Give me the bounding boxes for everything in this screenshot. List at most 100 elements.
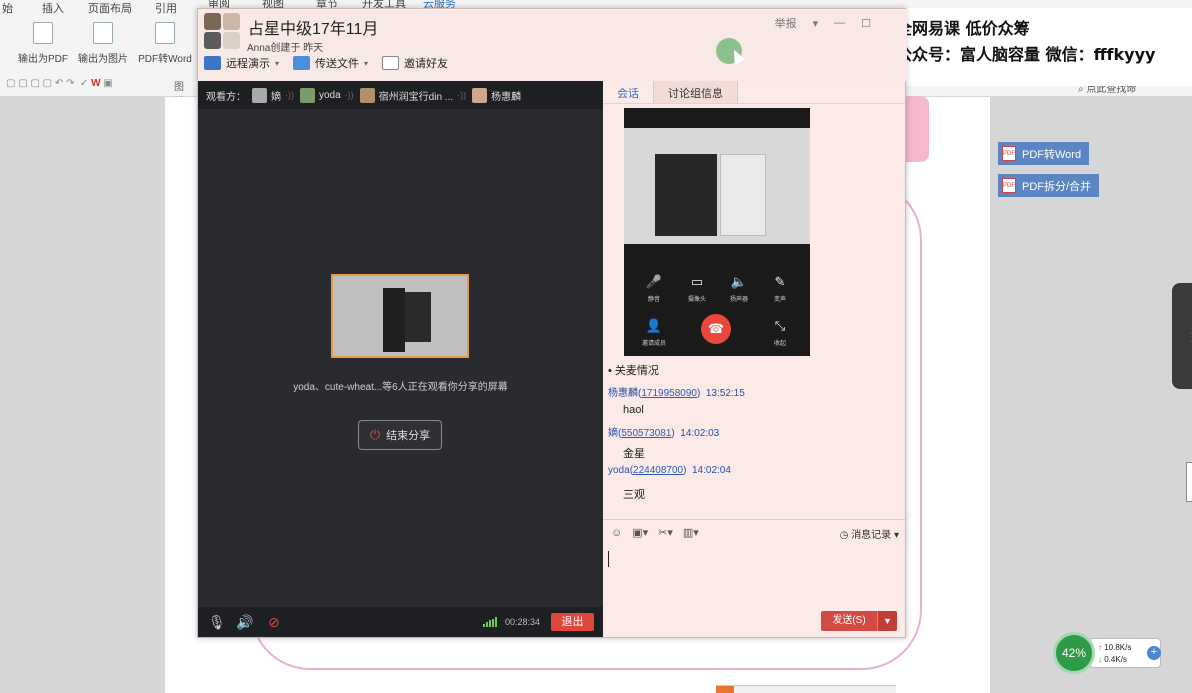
sender-id[interactable]: 224408700 [633,465,683,476]
message-body: 三观 [623,489,645,501]
chevron-down-icon: ▾ [275,58,280,68]
send-options-dropdown[interactable]: ▼ [877,611,897,631]
message-time: 14:02:04 [691,465,731,476]
exit-button[interactable]: 退出 [551,613,594,631]
scissors-icon[interactable]: ✂▾ [658,526,673,539]
share-status-message: yoda、cute-wheat...等6人正在观看你分享的屏幕 [293,382,508,393]
message-body: 金星 [623,448,645,460]
tab-group-info[interactable]: 讨论组信息 [653,81,738,103]
ribbon-tab[interactable]: 引用 [155,0,177,16]
voice-change-control: ✎ 变声 [760,274,800,303]
app-icon [716,686,734,693]
pdf-icon: PDF [1002,178,1016,193]
viewer-item[interactable]: 杨惠麟 [472,87,521,103]
message-meta: 嫡(550573081) 14:02:03 [608,428,720,439]
send-button[interactable]: 发送(S) [821,611,877,631]
avatar [472,87,488,103]
audio-signal-icon: ·)) [457,90,467,100]
call-timer: 00:28:34 [505,617,541,627]
ribbon-tab[interactable]: 插入 [42,0,64,16]
avatar [252,87,267,103]
camera-off-icon[interactable]: ⊘ [268,614,280,631]
window-controls: 举报 ▾ — ☐ [775,15,871,31]
export-image-button[interactable]: 输出为图片 [68,22,138,65]
voice-change-icon: ✎ [774,274,786,289]
audio-signal-icon: ·)) [344,90,354,100]
shared-screen-preview[interactable] [331,274,469,358]
remote-presentation-button[interactable]: 远程演示 ▾ [204,55,279,71]
tab-conversation[interactable]: 会话 [603,81,653,103]
ribbon-tab[interactable]: 始 [2,0,13,16]
invite-friends-button[interactable]: 邀请好友 [382,55,448,71]
viewer-item[interactable]: yoda ·)) [300,87,354,103]
viewer-item[interactable]: 嫡 ·)) [252,87,294,103]
maximize-icon[interactable]: ☐ [861,17,871,30]
viewer-item[interactable]: 宿州润宝行din ... ·)) [359,87,467,103]
message-history-button[interactable]: ◷ 消息记录 ▾ [840,526,899,541]
mute-control: 🎤 静音 [634,274,674,303]
word-icon [155,22,175,44]
avatar [223,32,240,49]
screen-share-area: 观看方： 嫡 ·)) yoda ·)) 宿州润宝行din ... ·)) 杨惠麟 yo… [198,81,603,637]
presentation-icon [204,56,221,70]
screenshot-window [720,154,766,236]
group-subtitle: Anna创建于 昨天 [247,43,324,54]
watermark: 全网易课 低价众筹 公众号：富人脑容量 微信：fffkyyy [878,8,1192,86]
message-time: 14:02:03 [680,428,720,439]
sender-name[interactable]: 嫡 [608,428,618,439]
end-share-button[interactable]: ⏻ 结束分享 [358,420,442,450]
screenshot-message[interactable]: 🎤 静音 ▭ 摄像头 🔈 扬声器 ✎ 变声 👤 邀请成员 ⤡ 收起 ☎ [624,108,810,356]
add-icon[interactable]: + [1147,646,1161,660]
side-scroll-handle[interactable] [1186,462,1192,502]
image-icon [93,22,113,44]
group-avatar[interactable] [204,13,242,51]
network-speed-widget[interactable]: ↑ 10.8K/s ↓ 0.4K/s 42% + [1053,632,1163,674]
sender-id[interactable]: 1719958090 [641,388,697,399]
collapse-icon: ⤡ [774,318,786,333]
next-page-arrow[interactable]: › [1172,283,1192,389]
mute-icon: 🎤 [645,274,663,289]
message-list[interactable]: 🎤 静音 ▭ 摄像头 🔈 扬声器 ✎ 变声 👤 邀请成员 ⤡ 收起 ☎ • 关麦情况 杨惠麟… [603,103,905,519]
pdf-icon [33,22,53,44]
collapse-control: ⤡ 收起 [760,318,800,347]
pdf-icon: PDF [1002,146,1016,161]
avatar [204,13,221,30]
dropdown-icon[interactable]: ▾ [813,17,819,30]
preview-content [405,292,431,342]
message-time: 13:52:15 [705,388,745,399]
image-icon[interactable]: ▣▾ [632,526,648,539]
send-file-button[interactable]: 传送文件 ▾ [293,55,368,71]
call-control-bar: 🎙 🔊 ⊘ 00:28:34 退出 [198,607,603,637]
pdf-to-word-side-button[interactable]: PDF PDF转Word [998,142,1090,165]
pdf-split-merge-button[interactable]: PDF PDF拆分/合并 [998,174,1100,197]
minimize-icon[interactable]: — [834,17,845,29]
chat-panel: 会话 讨论组信息 🎤 静音 ▭ 摄像头 🔈 扬声器 ✎ 变声 👤 邀请成员 ⤡ 收起 ☎ [603,81,905,637]
message-input[interactable] [608,551,609,567]
sender-id[interactable]: 550573081 [621,428,671,439]
screenshot-content [624,128,810,244]
clock-icon: ◷ [839,530,849,541]
group-chat-window: 占星中级17年11月 Anna创建于 昨天 举报 ▾ — ☐ 远程演示 ▾ 传送文… [197,8,907,638]
camera-control: ▭ 摄像头 [677,274,717,303]
chat-toolbar: 远程演示 ▾ 传送文件 ▾ 邀请好友 [204,55,448,71]
avatar [359,87,375,103]
sender-name[interactable]: yoda [608,465,630,476]
send-group: 发送(S) ▼ [821,611,897,631]
usage-percent: 42% [1053,632,1095,674]
audio-signal-icon: ·)) [285,90,294,100]
sender-name[interactable]: 杨惠麟 [608,388,638,399]
ribbon-tab[interactable]: 页面布局 [88,0,132,16]
hangup-icon: ☎ [701,314,731,344]
microphone-icon[interactable]: 🎙 [208,614,226,631]
emoji-icon[interactable]: ☺ [611,527,622,539]
invite-member-control: 👤 邀请成员 [634,318,674,347]
preview-content [383,288,405,352]
report-link[interactable]: 举报 [775,15,797,31]
input-toolbar: ☺ ▣▾ ✂▾ ▥▾ ◷ 消息记录 ▾ [603,519,905,545]
bottom-taskbar-item[interactable] [716,685,896,693]
speaker-icon[interactable]: 🔊 [236,614,253,631]
chart-icon[interactable]: ▥▾ [683,526,699,539]
upload-arrow-icon: ↑ [1098,643,1102,652]
watermark-line: 全网易课 低价众筹 [896,19,1030,38]
pdf-to-word-button[interactable]: PDF转Word [130,22,200,65]
